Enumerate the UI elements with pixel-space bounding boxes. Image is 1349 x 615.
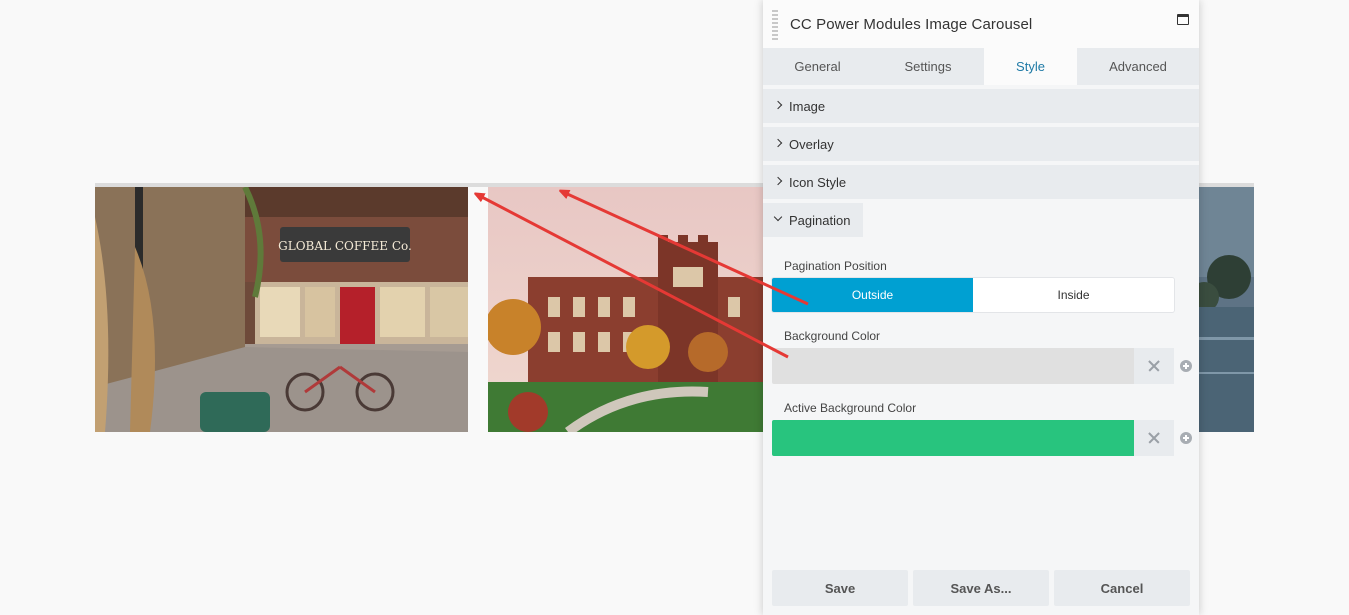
carousel-slide-coffee-shop[interactable]: GLOBAL COFFEE Co. xyxy=(95,187,468,432)
save-as-button[interactable]: Save As... xyxy=(913,570,1049,606)
panel-footer: Save Save As... Cancel xyxy=(763,570,1199,615)
section-image[interactable]: Image xyxy=(763,89,1199,123)
background-color-field xyxy=(772,348,1174,384)
active-background-color-field xyxy=(772,420,1174,456)
tab-settings[interactable]: Settings xyxy=(872,48,984,85)
section-label: Pagination xyxy=(789,212,851,228)
drag-handle-icon[interactable] xyxy=(772,10,778,40)
tab-advanced[interactable]: Advanced xyxy=(1077,48,1199,85)
pagination-inside-option[interactable]: Inside xyxy=(973,278,1174,312)
add-active-background-color-icon[interactable] xyxy=(1180,432,1192,444)
panel-title: CC Power Modules Image Carousel xyxy=(790,16,1033,33)
tab-general[interactable]: General xyxy=(763,48,872,85)
river-image xyxy=(1199,187,1254,432)
pagination-position-toggle: Outside Inside xyxy=(772,278,1174,312)
carousel-slide-castle-building[interactable] xyxy=(488,187,788,432)
chevron-down-icon xyxy=(775,214,789,226)
castle-building-image xyxy=(488,187,788,432)
add-background-color-icon[interactable] xyxy=(1180,360,1192,372)
background-color-label: Background Color xyxy=(784,329,881,343)
tab-style[interactable]: Style xyxy=(984,48,1077,85)
section-pagination[interactable]: Pagination xyxy=(763,203,863,237)
coffee-shop-image: GLOBAL COFFEE Co. xyxy=(95,187,468,432)
section-icon-style[interactable]: Icon Style xyxy=(763,165,1199,199)
carousel-slide-river[interactable] xyxy=(1199,187,1254,432)
coffee-shop-sign-text: GLOBAL COFFEE Co. xyxy=(278,239,412,253)
chevron-right-icon xyxy=(775,138,789,150)
active-background-color-swatch[interactable] xyxy=(772,420,1134,456)
maximize-icon[interactable] xyxy=(1177,14,1189,25)
background-color-swatch[interactable] xyxy=(772,348,1134,384)
settings-panel: CC Power Modules Image Carousel General … xyxy=(763,0,1199,615)
active-background-color-label: Active Background Color xyxy=(784,401,917,415)
cancel-button[interactable]: Cancel xyxy=(1054,570,1190,606)
section-overlay[interactable]: Overlay xyxy=(763,127,1199,161)
section-label: Image xyxy=(789,98,826,114)
chevron-right-icon xyxy=(775,176,789,188)
tab-bar: General Settings Style Advanced xyxy=(763,48,1199,85)
pagination-header-row: Pagination xyxy=(763,203,1199,237)
clear-background-color-button[interactable] xyxy=(1134,348,1174,384)
section-label: Overlay xyxy=(789,136,834,152)
section-label: Icon Style xyxy=(789,174,847,190)
pagination-outside-option[interactable]: Outside xyxy=(772,278,973,312)
save-button[interactable]: Save xyxy=(772,570,908,606)
clear-active-background-color-button[interactable] xyxy=(1134,420,1174,456)
pagination-position-label: Pagination Position xyxy=(784,259,887,273)
panel-header: CC Power Modules Image Carousel xyxy=(763,0,1199,48)
chevron-right-icon xyxy=(775,100,789,112)
